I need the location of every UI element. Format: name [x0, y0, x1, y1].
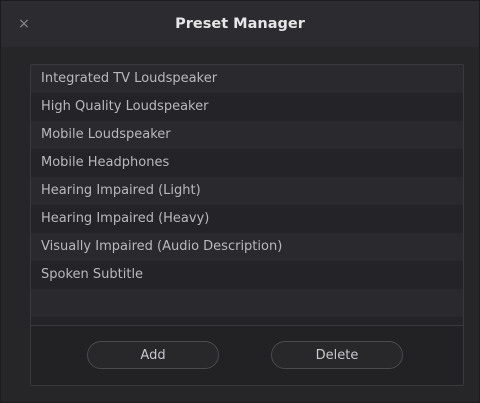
preset-panel: Integrated TV Loudspeaker High Quality L…	[30, 64, 464, 386]
list-item-hearing-impaired-light[interactable]: Hearing Impaired (Light)	[31, 177, 463, 205]
list-item-integrated-tv-loudspeaker[interactable]: Integrated TV Loudspeaker	[31, 65, 463, 93]
dialog-title: Preset Manager	[175, 16, 305, 32]
delete-button[interactable]: Delete	[271, 341, 403, 369]
preset-manager-dialog: Preset Manager × Integrated TV Loudspeak…	[0, 0, 480, 403]
title-bar: Preset Manager ×	[1, 1, 479, 47]
list-item-spoken-subtitle[interactable]: Spoken Subtitle	[31, 261, 463, 289]
list-item-mobile-headphones[interactable]: Mobile Headphones	[31, 149, 463, 177]
list-item-visually-impaired[interactable]: Visually Impaired (Audio Description)	[31, 233, 463, 261]
list-item-mobile-loudspeaker[interactable]: Mobile Loudspeaker	[31, 121, 463, 149]
add-button[interactable]: Add	[87, 341, 219, 369]
close-icon[interactable]: ×	[15, 15, 33, 33]
list-empty-row	[31, 289, 463, 317]
list-item-hearing-impaired-heavy[interactable]: Hearing Impaired (Heavy)	[31, 205, 463, 233]
list-empty-row	[31, 317, 463, 325]
button-bar: Add Delete	[31, 326, 463, 385]
preset-list[interactable]: Integrated TV Loudspeaker High Quality L…	[31, 65, 463, 326]
list-item-high-quality-loudspeaker[interactable]: High Quality Loudspeaker	[31, 93, 463, 121]
